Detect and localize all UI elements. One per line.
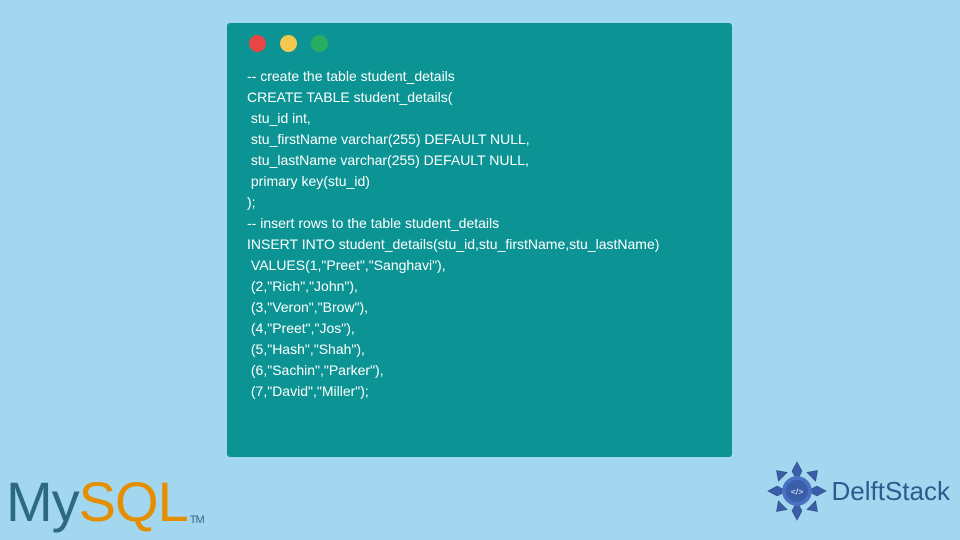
close-icon [249,35,266,52]
code-block: -- create the table student_details CREA… [247,66,712,402]
code-window: -- create the table student_details CREA… [227,23,732,457]
mysql-my-text: My [6,469,79,534]
mysql-logo: MySQL TM [6,469,204,534]
window-controls [249,35,712,52]
delftstack-icon: </> [766,460,828,522]
minimize-icon [280,35,297,52]
svg-text:</>: </> [790,487,803,497]
delftstack-text: DelftStack [832,476,951,507]
maximize-icon [311,35,328,52]
mysql-tm-text: TM [190,514,204,526]
delftstack-logo: </> DelftStack [766,460,951,522]
mysql-sql-text: SQL [79,469,188,534]
